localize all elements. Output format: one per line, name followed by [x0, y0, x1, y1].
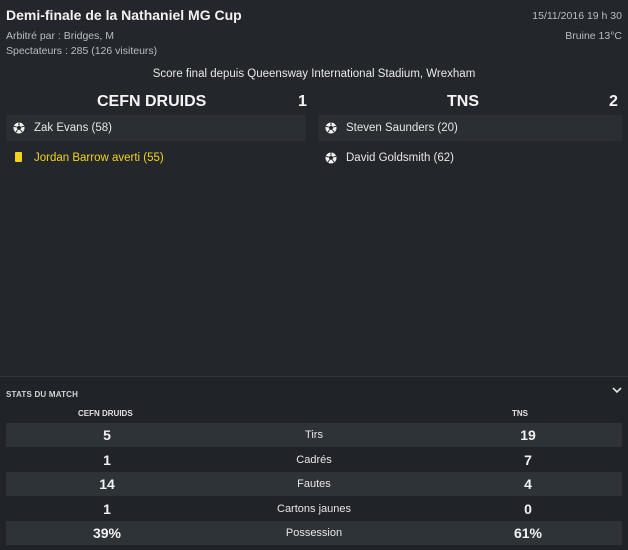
- away-team-score: 2: [609, 93, 618, 110]
- stats-home-header: CEFN DRUIDS: [78, 409, 133, 418]
- stat-away-value: 4: [524, 476, 532, 492]
- stat-home-value: 1: [103, 452, 111, 468]
- home-event-goal[interactable]: Zak Evans (58): [6, 115, 306, 141]
- stat-label: Tirs: [305, 429, 323, 441]
- stat-home-value: 39%: [92, 525, 122, 541]
- soccer-ball-icon: [325, 152, 337, 164]
- away-event-goal[interactable]: David Goldsmith (62): [318, 145, 622, 171]
- stats-away-header: TNS: [512, 409, 528, 418]
- stat-home-value: 1: [103, 501, 111, 517]
- referee-text: Arbitré par : Bridges, M: [6, 30, 114, 42]
- soccer-ball-icon: [325, 122, 337, 134]
- stat-label: Possession: [285, 527, 343, 539]
- yellow-card-icon: [15, 152, 22, 162]
- event-text: Zak Evans (58): [34, 122, 112, 134]
- away-event-goal[interactable]: Steven Saunders (20): [318, 115, 622, 141]
- stat-label: Cadrés: [296, 454, 332, 466]
- home-event-booking[interactable]: Jordan Barrow averti (55): [6, 145, 306, 171]
- event-text: Steven Saunders (20): [346, 122, 458, 134]
- weather-text: Bruine 13°C: [565, 30, 622, 42]
- stat-home-value: 5: [103, 427, 111, 443]
- home-team-score: 1: [298, 93, 307, 110]
- stat-row-on-target: 1 Cadrés 7: [6, 448, 622, 472]
- stat-row-shots: 5 Tirs 19: [6, 423, 622, 447]
- stat-away-value: 0: [524, 501, 532, 517]
- stat-away-value: 7: [524, 452, 532, 468]
- stats-section-title: STATS DU MATCH: [6, 390, 79, 399]
- home-team-name[interactable]: CEFN DRUIDS: [97, 93, 206, 111]
- match-title: Demi-finale de la Nathaniel MG Cup: [6, 7, 242, 23]
- attendance-text: Spectateurs : 285 (126 visiteurs): [6, 45, 158, 57]
- away-team-name[interactable]: TNS: [447, 93, 479, 111]
- stat-away-value: 19: [520, 427, 536, 443]
- stat-row-possession: 39% Possession 61%: [6, 521, 622, 545]
- stat-home-value: 14: [99, 476, 115, 492]
- stat-away-value: 61%: [513, 525, 543, 541]
- chevron-down-icon[interactable]: [612, 386, 622, 394]
- soccer-ball-icon: [13, 122, 25, 134]
- stat-row-fouls: 14 Fautes 4: [6, 472, 622, 496]
- match-datetime: 15/11/2016 19 h 30: [532, 10, 622, 22]
- venue-text: Score final depuis Queensway Internation…: [152, 68, 476, 80]
- stat-label: Cartons jaunes: [277, 503, 351, 515]
- event-text: Jordan Barrow averti (55): [34, 152, 164, 164]
- stat-label: Fautes: [297, 478, 331, 490]
- stat-row-yellow-cards: 1 Cartons jaunes 0: [6, 497, 622, 521]
- event-text: David Goldsmith (62): [346, 152, 455, 164]
